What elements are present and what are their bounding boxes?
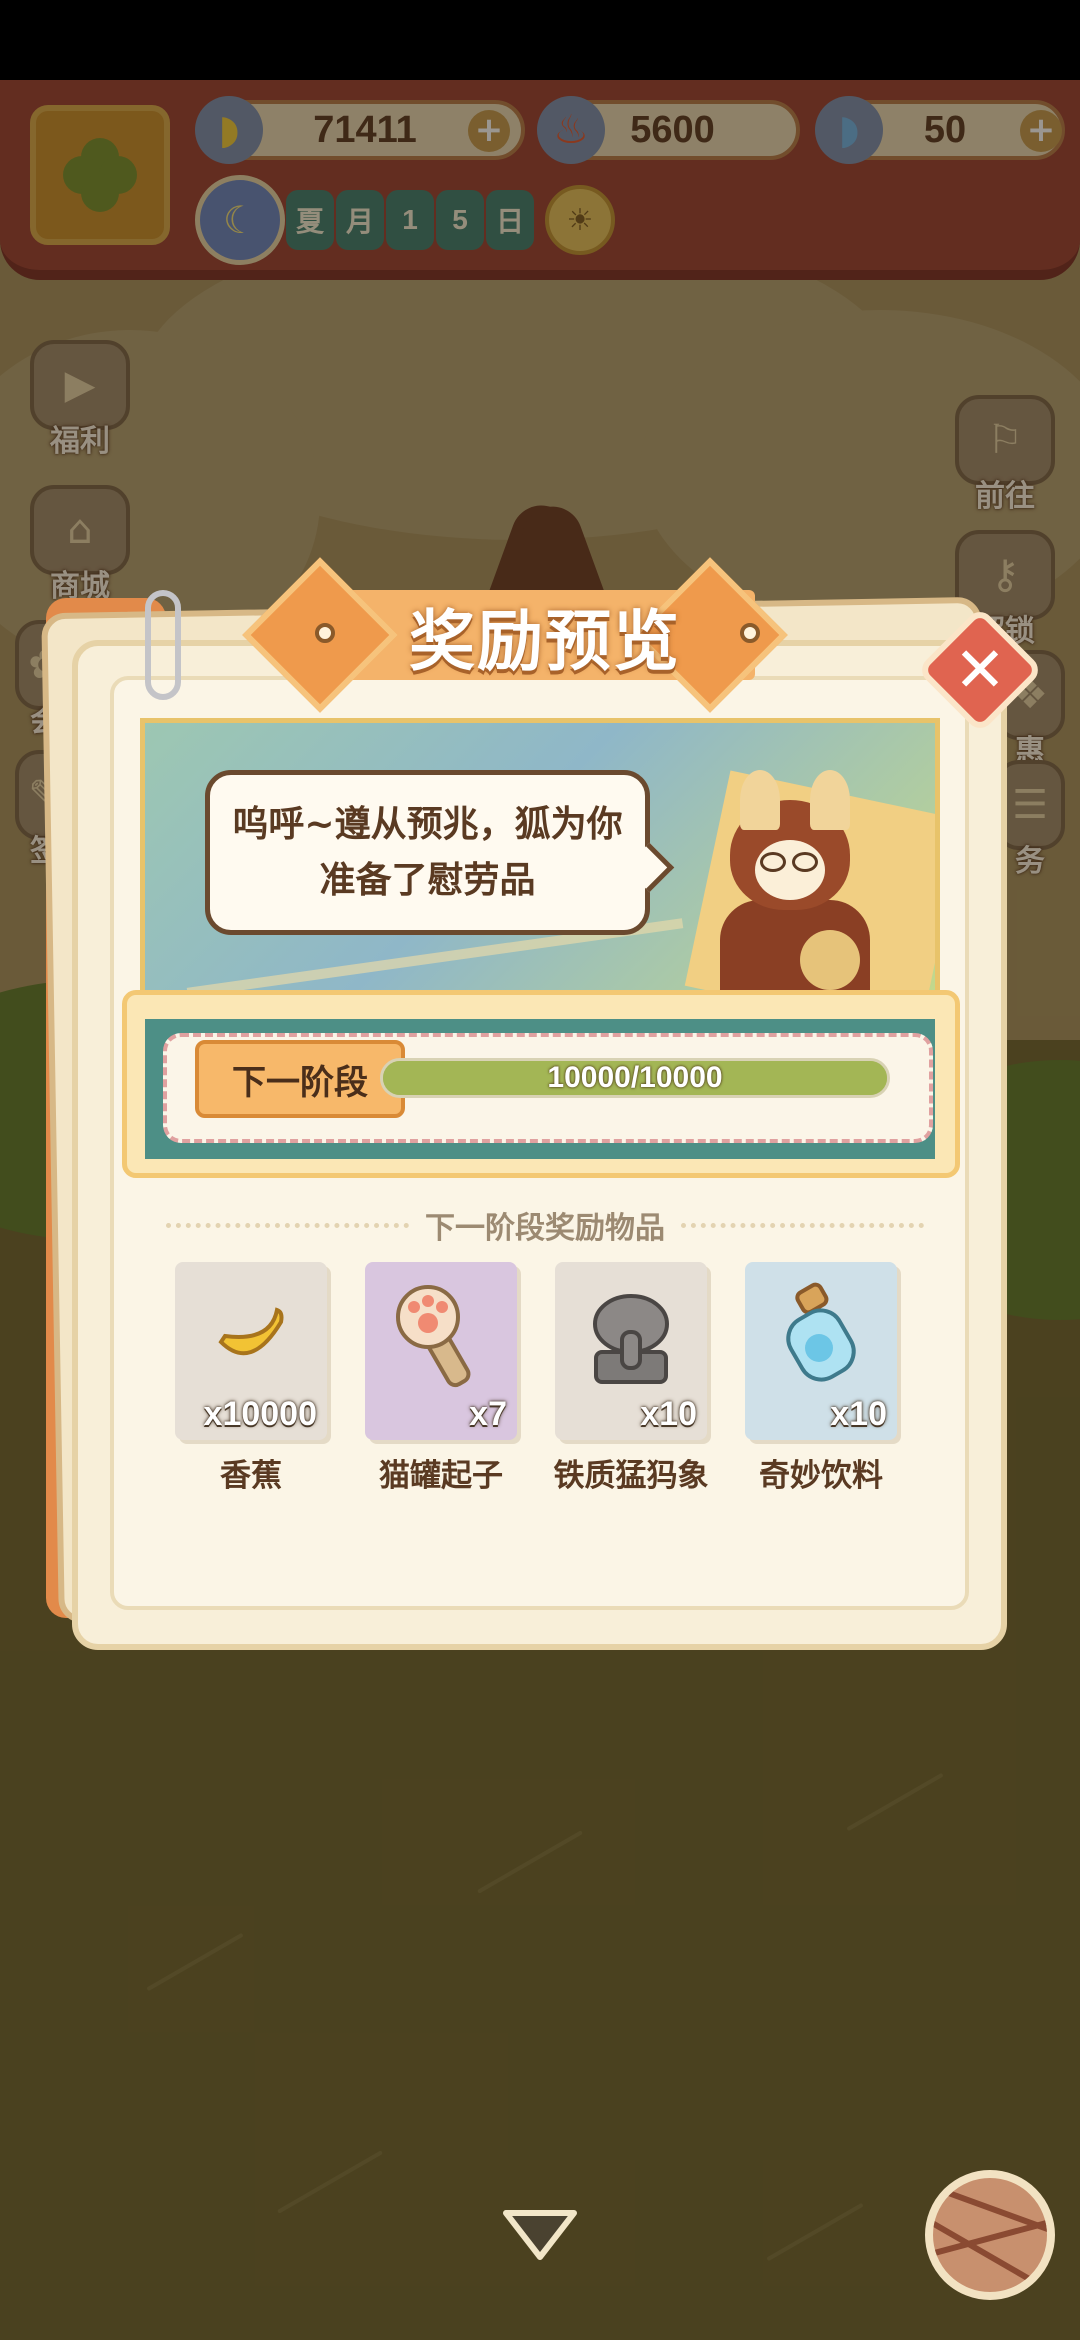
item-name: 香蕉 (220, 1458, 282, 1494)
fox-npc-illustration (700, 770, 900, 1010)
cat-paw-opener-icon (365, 1272, 517, 1402)
section-title-text: 下一阶段奖励物品 (425, 1211, 665, 1246)
reward-item-iron-mammoth[interactable]: x10 (555, 1262, 707, 1442)
stage-label: 下一阶段 (195, 1040, 405, 1118)
item-qty: x10 (640, 1395, 697, 1433)
reward-item-magic-drink[interactable]: x10 (745, 1262, 897, 1442)
potion-bottle-icon (745, 1272, 897, 1402)
collapse-button[interactable] (500, 2205, 580, 2265)
item-name: 奇妙饮料 (759, 1458, 883, 1494)
item-name: 铁质猛犸象 (553, 1458, 709, 1494)
close-icon: ✕ (954, 632, 1006, 706)
section-title: 下一阶段奖励物品 (150, 1200, 940, 1250)
item-qty: x10 (830, 1395, 887, 1433)
paperclip-icon (145, 590, 181, 700)
modal-title: 奖励预览 (409, 603, 681, 680)
chevron-down-icon (503, 2210, 577, 2260)
banana-icon (175, 1272, 327, 1402)
item-qty: x10000 (203, 1395, 317, 1433)
stage-progress-bar: 10000/10000 (380, 1058, 890, 1098)
reward-item-paw-opener[interactable]: x7 (365, 1262, 517, 1442)
iron-mammoth-icon (555, 1272, 707, 1402)
item-qty: x7 (469, 1395, 507, 1433)
progress-text: 10000/10000 (547, 1061, 723, 1094)
item-name: 猫罐起子 (379, 1458, 503, 1494)
modal-title-banner: 奖励预览 (242, 557, 825, 713)
npc-speech-bubble: 呜呼~遵从预兆，狐为你准备了慰劳品 (205, 770, 650, 935)
yarn-ball-button[interactable] (925, 2170, 1055, 2300)
reward-item-banana[interactable]: x10000 (175, 1262, 327, 1442)
status-bar (0, 0, 1080, 80)
